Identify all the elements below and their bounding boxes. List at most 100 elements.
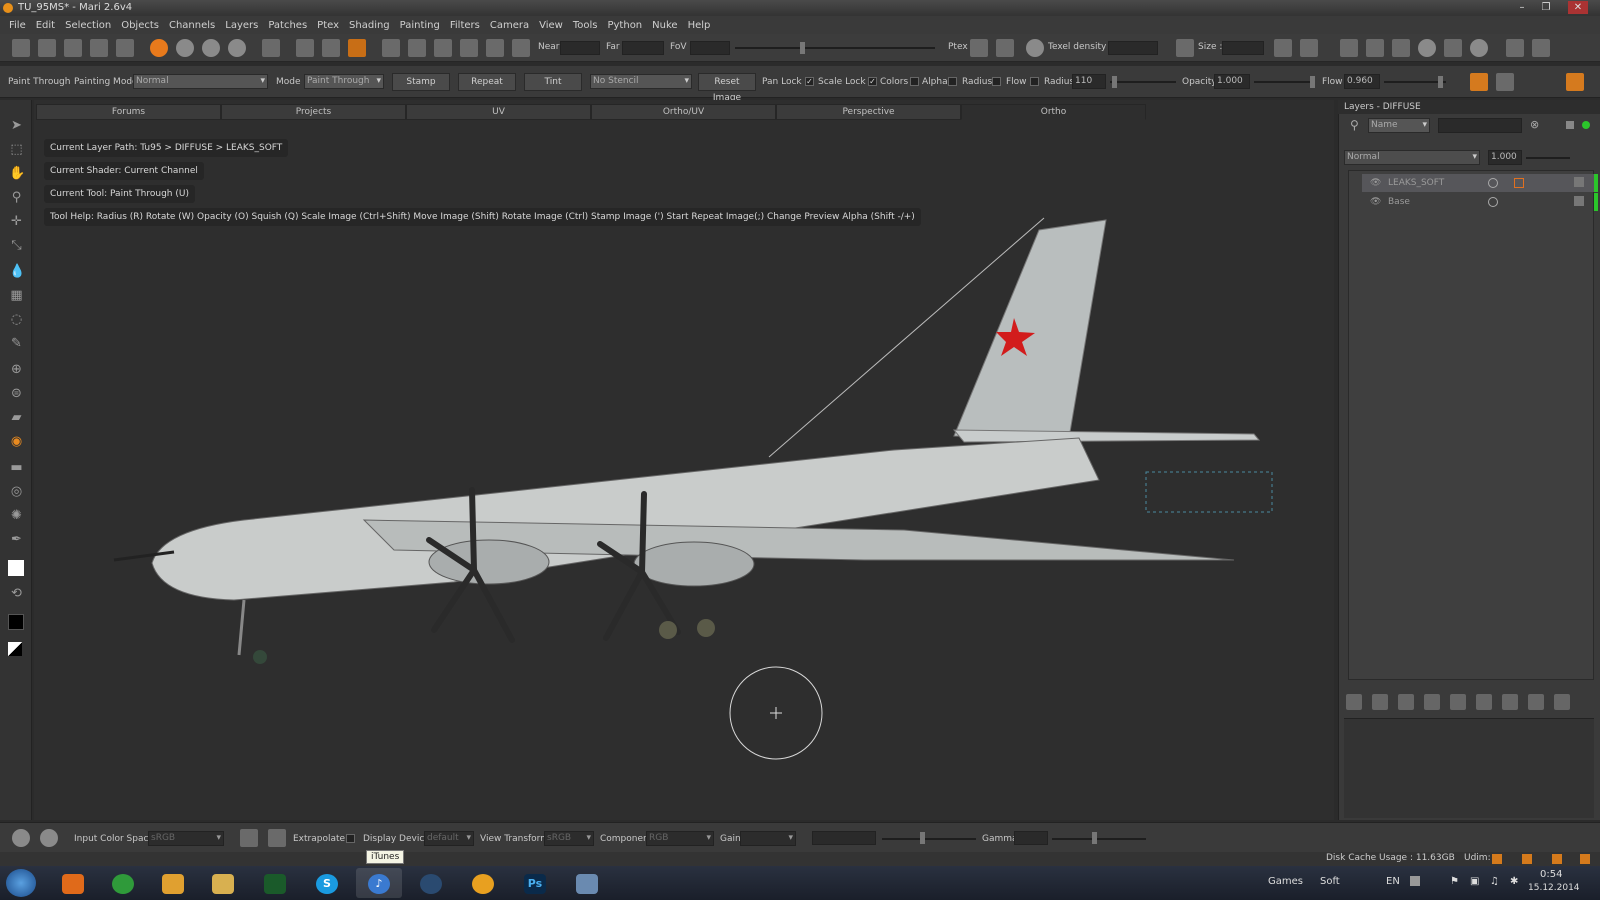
duplicate-layer-icon[interactable]	[1502, 694, 1518, 710]
clock-time[interactable]: 0:54	[1540, 869, 1562, 880]
gain-slider[interactable]	[882, 838, 976, 840]
menu-patches[interactable]: Patches	[263, 20, 312, 31]
shader-dark-sphere-icon[interactable]	[228, 39, 246, 57]
clone-tool-icon[interactable]: ⊕	[9, 362, 24, 377]
move-icon[interactable]	[1366, 39, 1384, 57]
lasso-icon[interactable]	[1470, 39, 1488, 57]
layer-row-base[interactable]: 👁 Base	[1362, 193, 1598, 211]
taskbar-sun-app[interactable]	[460, 868, 506, 898]
size-field[interactable]	[1222, 41, 1264, 55]
radius-slider-handle[interactable]	[1112, 76, 1117, 88]
tab-ortho-uv[interactable]: Ortho/UV	[591, 104, 776, 120]
smudge-tool-icon[interactable]: ⊜	[9, 386, 24, 401]
gain-slider-handle[interactable]	[920, 832, 925, 844]
layer-row-leaks-soft[interactable]: 👁 LEAKS_SOFT	[1362, 174, 1598, 192]
save-icon[interactable]	[64, 39, 82, 57]
tab-projects[interactable]: Projects	[221, 104, 406, 120]
menu-view[interactable]: View	[534, 20, 568, 31]
eye-icon[interactable]: 👁	[1370, 174, 1381, 192]
radius-checkbox[interactable]	[992, 77, 1001, 86]
grid-tool-icon[interactable]: ▦	[9, 288, 24, 303]
globe-icon[interactable]	[1026, 39, 1044, 57]
layer-mask-icon[interactable]	[1514, 178, 1524, 188]
eye-icon[interactable]: 👁	[1370, 193, 1381, 211]
flow-checkbox[interactable]	[1030, 77, 1039, 86]
color-settings-icon[interactable]	[40, 829, 58, 847]
opacity-slider-handle[interactable]	[1310, 76, 1315, 88]
repeat-button[interactable]: Repeat	[458, 73, 516, 91]
texel-density-field[interactable]	[1108, 41, 1158, 55]
reset-image-button[interactable]: Reset Image	[698, 73, 756, 103]
taskbar-photoshop[interactable]: Ps	[512, 868, 558, 898]
tab-forums[interactable]: Forums	[36, 104, 221, 120]
mode-select[interactable]: Paint Through	[304, 74, 384, 89]
foreground-color-swatch[interactable]	[8, 560, 24, 576]
eraser-icon[interactable]: ▰	[9, 410, 24, 425]
palette-icon[interactable]	[1566, 73, 1584, 91]
start-button[interactable]	[6, 869, 36, 897]
move-tool-icon[interactable]: ✛	[9, 214, 24, 229]
layer-opacity-field[interactable]: 1.000	[1488, 150, 1522, 165]
stamp-button[interactable]: Stamp	[392, 73, 450, 91]
delete-layer-icon[interactable]	[1554, 694, 1570, 710]
menu-painting[interactable]: Painting	[395, 20, 445, 31]
layer-opacity-slider[interactable]	[1526, 157, 1570, 159]
paste-layer-icon[interactable]	[1300, 39, 1318, 57]
opacity-field[interactable]: 1.000	[1214, 74, 1250, 89]
deselect-tool-icon[interactable]	[1532, 39, 1550, 57]
layer-blend-mode-select[interactable]: Normal	[1344, 150, 1480, 165]
lasso-tool-icon[interactable]: ◌	[9, 312, 24, 327]
menu-ptex[interactable]: Ptex	[312, 20, 344, 31]
tint-button[interactable]: Tint	[524, 73, 582, 91]
extrapolate-checkbox[interactable]	[346, 834, 355, 843]
warp-tool-icon[interactable]: ◎	[9, 484, 24, 499]
tab-perspective[interactable]: Perspective	[776, 104, 961, 120]
memory-icon[interactable]	[1552, 854, 1562, 864]
add-layer-icon[interactable]	[1346, 694, 1362, 710]
pan-lock-checkbox[interactable]: ✓	[805, 77, 814, 86]
far-field[interactable]	[622, 41, 664, 55]
gamma-slider[interactable]	[1052, 838, 1146, 840]
ptex-resize-icon[interactable]	[970, 39, 988, 57]
shader-orange-sphere-icon[interactable]	[150, 39, 168, 57]
frame-all-icon[interactable]	[434, 39, 452, 57]
menu-selection[interactable]: Selection	[60, 20, 116, 31]
lock-icon[interactable]	[1574, 196, 1584, 206]
view-transform-select[interactable]: sRGB	[544, 831, 594, 846]
minimize-button[interactable]: –	[1512, 1, 1532, 14]
fov-slider-handle[interactable]	[800, 42, 805, 54]
blur-tool-icon[interactable]: 💧	[9, 264, 25, 279]
down-arrow-icon[interactable]	[1392, 39, 1410, 57]
radius-slider[interactable]	[1110, 81, 1176, 83]
tray-games[interactable]: Games	[1268, 876, 1303, 887]
fov-slider[interactable]	[735, 47, 935, 49]
flow-field[interactable]: 0.960	[1344, 74, 1380, 89]
transform-tool-icon[interactable]: ⤡	[9, 238, 24, 253]
brush-settings-icon[interactable]	[512, 39, 530, 57]
pan-hand-icon[interactable]: ✋	[9, 166, 25, 181]
menu-edit[interactable]: Edit	[31, 20, 60, 31]
extrapolate-icon[interactable]	[268, 829, 286, 847]
layer-list-icon[interactable]	[1528, 694, 1544, 710]
panel-option-icon[interactable]	[1566, 121, 1574, 129]
fov-field[interactable]	[690, 41, 730, 55]
default-colors-icon[interactable]	[8, 642, 22, 656]
play-icon[interactable]	[486, 39, 504, 57]
tray-language[interactable]: EN	[1386, 876, 1400, 887]
taskbar-itunes[interactable]: ♪	[356, 868, 402, 898]
opacity-slider[interactable]	[1254, 81, 1314, 83]
select-arrow-icon[interactable]: ➤	[9, 118, 24, 133]
menu-layers[interactable]: Layers	[220, 20, 263, 31]
layer-stack-icon[interactable]	[1450, 694, 1466, 710]
flag-icon[interactable]: ⚑	[1450, 876, 1459, 887]
wireframe-icon[interactable]	[262, 39, 280, 57]
tab-uv[interactable]: UV	[406, 104, 591, 120]
add-group-icon[interactable]	[1398, 694, 1414, 710]
close-window-button[interactable]: ✕	[1568, 1, 1588, 14]
volume-icon[interactable]: ♫	[1490, 876, 1499, 887]
paint-through-tool-icon[interactable]: ◉	[9, 434, 24, 449]
new-file-icon[interactable]	[12, 39, 30, 57]
flow-slider[interactable]	[1384, 81, 1446, 83]
paint-through-icon[interactable]	[348, 39, 366, 57]
shader-lit-sphere-icon[interactable]	[202, 39, 220, 57]
